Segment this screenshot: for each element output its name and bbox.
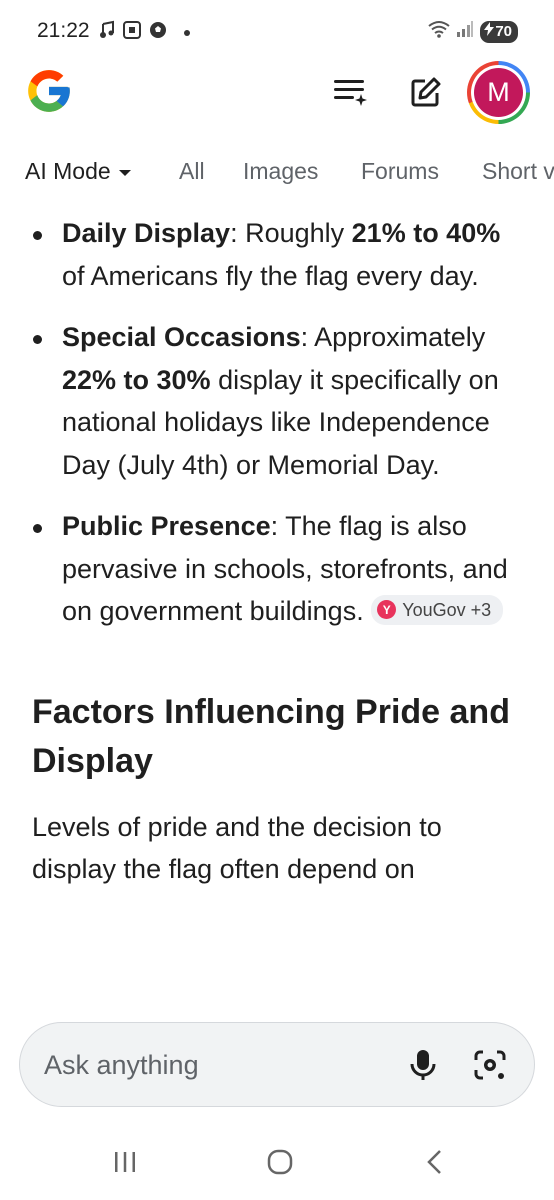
history-sparkle-icon[interactable] bbox=[330, 72, 370, 112]
source-chip-label: YouGov +3 bbox=[402, 599, 492, 620]
tab-label: AI Mode bbox=[25, 158, 111, 184]
battery-level: 70 bbox=[495, 22, 512, 40]
account-avatar-button[interactable]: M bbox=[467, 61, 530, 124]
battery-indicator: 70 bbox=[480, 20, 518, 43]
bullet-text-pre: : Approximately bbox=[300, 322, 486, 352]
bullet-stat: 22% to 30% bbox=[62, 364, 211, 395]
bullet-text-pre: : Roughly bbox=[230, 218, 352, 248]
section-heading: Factors Influencing Pride and Display bbox=[32, 692, 510, 780]
soccer-icon bbox=[148, 20, 168, 45]
tab-short-videos[interactable]: Short v bbox=[482, 158, 554, 185]
bullet-stat: 21% to 40% bbox=[351, 218, 501, 248]
bullet-label: Public Presence bbox=[62, 511, 271, 541]
status-bar: 21:22 70 bbox=[0, 0, 554, 62]
mic-icon[interactable] bbox=[405, 1047, 441, 1083]
tab-ai-mode[interactable]: AI Mode bbox=[25, 158, 131, 185]
home-nav-icon[interactable] bbox=[260, 1146, 300, 1178]
google-logo-icon[interactable] bbox=[24, 66, 74, 116]
avatar-inner: M bbox=[471, 65, 526, 120]
lens-icon[interactable] bbox=[472, 1047, 508, 1083]
status-right: 70 bbox=[428, 20, 518, 43]
status-time: 21:22 bbox=[37, 19, 90, 42]
more-notifications-dot bbox=[184, 29, 190, 36]
notification-icons bbox=[98, 20, 190, 45]
bullet-text-post: of Americans fly the flag every day. bbox=[62, 260, 479, 291]
wifi-icon bbox=[428, 20, 450, 43]
bullet-list: Daily Display: Roughly 21% to 40% of Ame… bbox=[0, 212, 554, 633]
source-chip[interactable]: Y YouGov +3 bbox=[371, 594, 504, 625]
recents-nav-icon[interactable] bbox=[105, 1146, 145, 1178]
system-nav-bar bbox=[0, 1130, 554, 1200]
bullet-label: Daily Display bbox=[62, 218, 231, 248]
new-chat-icon[interactable] bbox=[406, 72, 446, 112]
yougov-logo-icon: Y bbox=[377, 600, 397, 620]
ask-placeholder: Ask anything bbox=[44, 1050, 199, 1080]
list-item: Special Occasions: Approximately 22% to … bbox=[33, 316, 530, 486]
signal-icon bbox=[456, 20, 474, 43]
list-item: Daily Display: Roughly 21% to 40% of Ame… bbox=[33, 212, 530, 297]
ai-response: Daily Display: Roughly 21% to 40% of Ame… bbox=[0, 212, 554, 1002]
avatar: M bbox=[474, 68, 523, 117]
ask-input[interactable]: Ask anything bbox=[19, 1022, 535, 1107]
charging-icon bbox=[484, 21, 495, 42]
paragraph: Levels of pride and the decision to disp… bbox=[32, 811, 442, 884]
app-header: M bbox=[0, 61, 554, 132]
bullet-label: Special Occasions bbox=[62, 322, 301, 352]
tab-forums[interactable]: Forums bbox=[361, 158, 439, 185]
tab-images[interactable]: Images bbox=[243, 158, 318, 185]
back-nav-icon[interactable] bbox=[415, 1146, 455, 1178]
chevron-down-icon bbox=[118, 169, 131, 176]
screenshot-icon bbox=[122, 20, 142, 45]
search-tabs: AI Mode All Images Forums Short v bbox=[0, 150, 554, 196]
list-item: Public Presence: The flag is also pervas… bbox=[33, 505, 530, 633]
music-icon bbox=[98, 20, 116, 45]
tab-all[interactable]: All bbox=[179, 158, 205, 185]
